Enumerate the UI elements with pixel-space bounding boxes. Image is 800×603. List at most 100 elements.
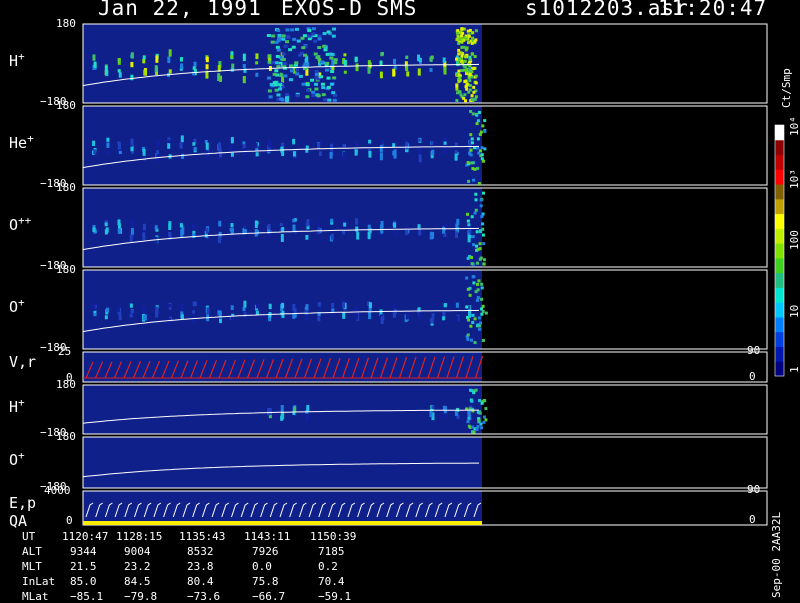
count-cell <box>417 54 421 62</box>
count-cell <box>267 223 271 230</box>
y-tick-min: 0 <box>66 514 73 527</box>
count-cell <box>443 303 447 308</box>
count-cell <box>318 151 322 156</box>
colorbar-segment <box>775 272 784 288</box>
dense-cell <box>476 166 480 170</box>
dense-cell <box>465 276 469 280</box>
burst-cell <box>290 28 295 32</box>
count-cell <box>193 147 197 151</box>
panel-bg <box>83 437 482 488</box>
ephem-value: 23.2 <box>124 560 151 573</box>
dense-cell <box>475 113 479 117</box>
count-cell <box>368 302 372 309</box>
count-cell <box>442 316 446 321</box>
count-cell <box>106 137 110 142</box>
count-cell <box>393 152 397 159</box>
ephem-row-label: MLat <box>22 590 49 603</box>
dense-cell <box>479 230 483 234</box>
burst-cell <box>281 34 286 38</box>
burst-cell <box>298 74 303 78</box>
dense-cell <box>481 339 485 343</box>
dense-cell <box>482 415 486 419</box>
count-cell <box>330 143 334 152</box>
ephem-value: 1150:39 <box>310 530 357 543</box>
count-cell <box>167 143 171 149</box>
count-cell <box>156 141 160 147</box>
mission-name: EXOS-D SMS <box>281 0 418 20</box>
count-cell <box>331 308 335 312</box>
count-cell <box>142 55 146 60</box>
count-cell <box>343 53 347 57</box>
burst-cell <box>313 39 318 43</box>
burst-cell <box>295 94 300 98</box>
dense-cell <box>470 137 474 141</box>
y-tick-max: 180 <box>56 378 76 391</box>
count-cell <box>343 59 347 66</box>
colorbar-segment <box>775 302 784 318</box>
dense-cell <box>480 426 484 430</box>
count-cell <box>168 49 172 57</box>
burst-cell <box>294 27 299 31</box>
ephem-value: 84.5 <box>124 575 151 588</box>
dense-cell <box>470 41 474 45</box>
count-cell <box>430 141 434 145</box>
dense-cell <box>470 338 474 342</box>
count-cell <box>329 151 333 159</box>
ephem-value: 23.8 <box>187 560 214 573</box>
count-cell <box>442 57 446 63</box>
burst-cell <box>294 61 299 65</box>
count-cell <box>380 316 384 324</box>
burst-cell <box>291 45 296 49</box>
count-cell <box>117 306 121 313</box>
count-cell <box>454 142 458 146</box>
panel-label-sup: + <box>18 448 25 462</box>
dense-cell <box>465 87 469 91</box>
burst-cell <box>289 69 294 73</box>
dense-cell <box>471 36 475 40</box>
count-cell <box>205 64 209 70</box>
dense-cell <box>480 307 484 311</box>
count-cell <box>380 139 384 145</box>
burst-cell <box>315 55 320 59</box>
count-cell <box>342 151 346 159</box>
ephem-value: 8532 <box>187 545 214 558</box>
count-cell <box>367 60 371 66</box>
count-cell <box>292 138 296 145</box>
burst-cell <box>313 52 318 56</box>
count-cell <box>205 56 209 63</box>
panel-label: H+ <box>9 49 25 70</box>
ephem-value: −59.1 <box>318 590 352 603</box>
burst-cell <box>289 64 294 68</box>
count-cell <box>92 227 96 232</box>
dense-cell <box>467 34 471 38</box>
dense-cell <box>465 305 469 309</box>
dense-cell <box>482 242 486 246</box>
dense-cell <box>478 242 482 246</box>
burst-cell <box>331 91 336 95</box>
count-cell <box>155 55 159 63</box>
burst-cell <box>317 46 322 50</box>
dense-cell <box>458 90 462 94</box>
colorbar-segment <box>775 228 784 244</box>
dense-cell <box>455 73 459 77</box>
burst-cell <box>322 44 327 48</box>
count-cell <box>92 303 96 311</box>
burst-cell <box>311 94 316 98</box>
count-cell <box>331 303 335 308</box>
dense-cell <box>475 298 479 302</box>
burst-cell <box>296 39 301 43</box>
count-cell <box>342 301 346 309</box>
dense-cell <box>478 399 482 403</box>
dense-cell <box>455 85 459 89</box>
dense-cell <box>484 311 488 315</box>
burst-cell <box>271 60 276 64</box>
dense-cell <box>473 167 477 171</box>
dense-cell <box>479 149 483 153</box>
dense-cell <box>470 52 474 56</box>
burst-cell <box>307 34 312 38</box>
count-cell <box>143 315 147 321</box>
burst-cell <box>268 95 273 99</box>
burst-cell <box>303 53 308 57</box>
count-cell <box>142 305 146 314</box>
dense-cell <box>468 88 472 92</box>
